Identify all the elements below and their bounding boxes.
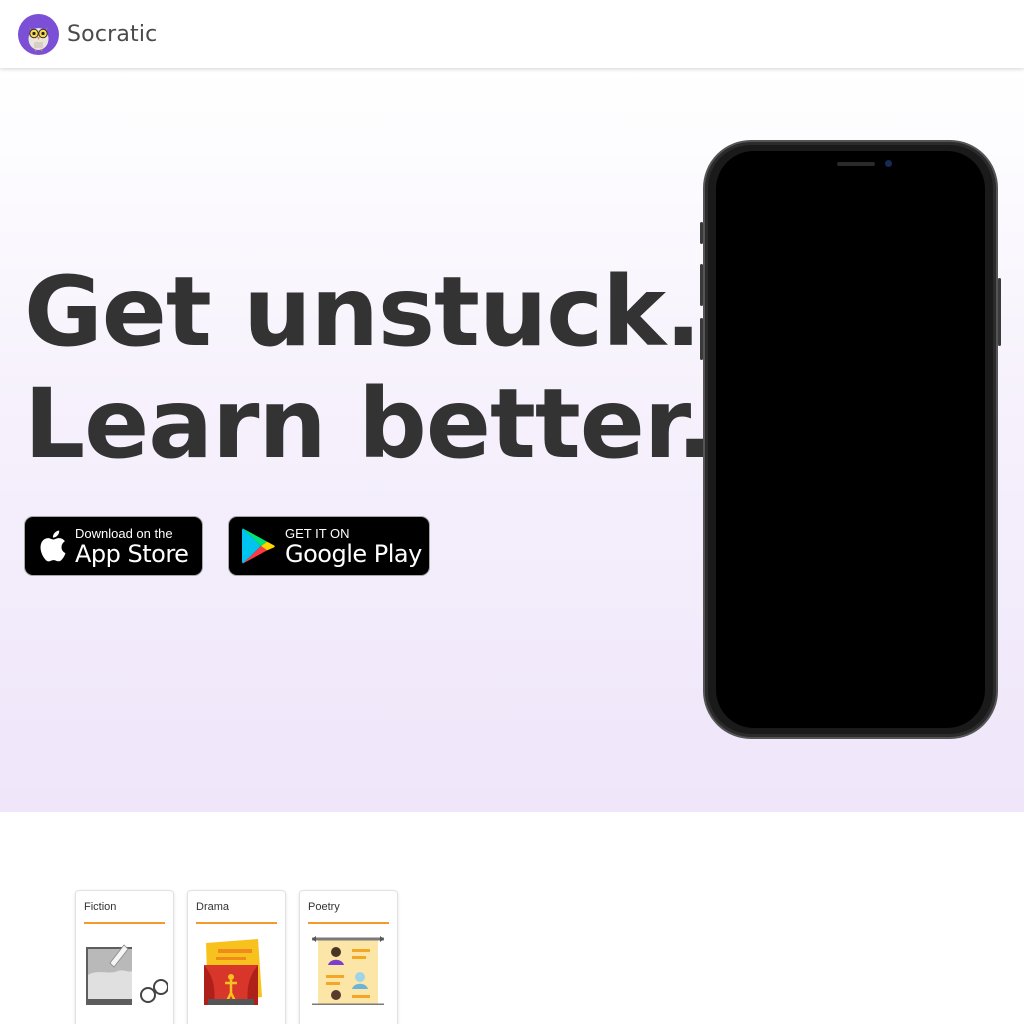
subject-cards: Fiction Drama Poetry — [75, 890, 398, 1024]
google-play-button[interactable]: GET IT ON Google Play — [228, 516, 430, 576]
app-store-small-text: Download on the — [75, 525, 173, 541]
apple-icon — [37, 529, 67, 563]
headline-line-1: Get unstuck. — [24, 256, 701, 368]
phone-volume-up — [700, 264, 703, 306]
theater-stage-icon — [196, 935, 280, 1010]
app-store-text: Download on the App Store — [75, 525, 189, 568]
phone-side-button — [700, 222, 703, 244]
subject-card-fiction[interactable]: Fiction — [75, 890, 174, 1024]
headline-line-2: Learn better. — [24, 368, 713, 480]
card-accent-line — [84, 922, 165, 924]
book-glasses-icon — [84, 935, 169, 1010]
card-title: Fiction — [84, 901, 117, 913]
google-play-large-text: Google Play — [285, 539, 422, 568]
phone-speaker — [837, 162, 875, 166]
phone-camera — [885, 160, 892, 167]
top-navbar: Socratic — [0, 0, 1024, 68]
owl-logo-icon — [18, 13, 59, 55]
home-link[interactable]: Socratic — [18, 13, 158, 55]
app-store-large-text: App Store — [75, 539, 189, 568]
phone-notch — [789, 151, 924, 178]
subject-card-drama[interactable]: Drama — [187, 890, 286, 1024]
smartphone-mockup — [700, 140, 1001, 739]
google-play-icon — [241, 527, 277, 565]
app-store-button[interactable]: Download on the App Store — [24, 516, 203, 576]
google-play-small-text: GET IT ON — [285, 525, 350, 541]
scroll-portraits-icon — [308, 935, 392, 1010]
subject-card-poetry[interactable]: Poetry — [299, 890, 398, 1024]
card-title: Drama — [196, 901, 230, 913]
google-play-text: GET IT ON Google Play — [285, 526, 422, 567]
card-accent-line — [196, 922, 277, 924]
phone-screen — [716, 151, 985, 728]
phone-volume-down — [700, 318, 703, 360]
brand-name: Socratic — [67, 21, 158, 47]
card-accent-line — [308, 922, 389, 924]
hero-section: Get unstuck. Learn better. Download on t… — [0, 68, 1024, 812]
card-title: Poetry — [308, 901, 340, 913]
phone-power-button — [998, 278, 1001, 346]
